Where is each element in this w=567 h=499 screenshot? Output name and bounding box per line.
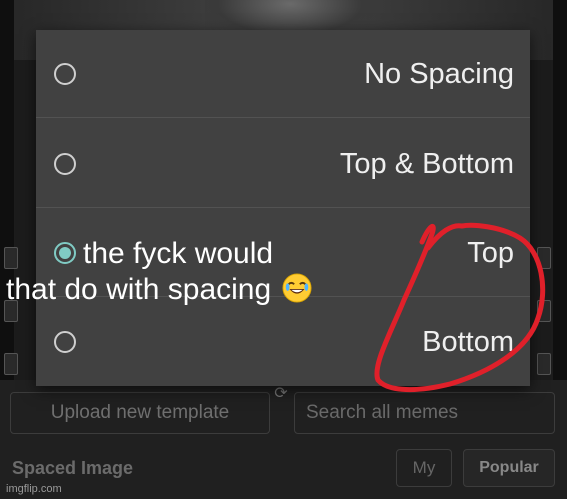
section-title: Spaced Image bbox=[12, 458, 134, 478]
spacing-dialog: No Spacing Top & Bottom Top Bottom bbox=[36, 30, 530, 386]
resize-handle[interactable] bbox=[537, 247, 551, 269]
meme-caption: the fyck would that do with spacing bbox=[6, 236, 406, 308]
option-no-spacing[interactable]: No Spacing bbox=[36, 30, 530, 118]
option-bottom[interactable]: Bottom bbox=[36, 298, 530, 386]
option-top-bottom[interactable]: Top & Bottom bbox=[36, 120, 530, 208]
option-label: Top & Bottom bbox=[339, 148, 514, 180]
watermark: imgflip.com bbox=[6, 483, 62, 495]
radio-button[interactable] bbox=[54, 63, 76, 85]
radio-button[interactable] bbox=[54, 153, 76, 175]
option-label: Bottom bbox=[422, 326, 514, 358]
search-input[interactable] bbox=[294, 392, 555, 434]
frame-right bbox=[553, 0, 567, 380]
rotate-icon[interactable]: ⟳ bbox=[272, 385, 290, 403]
upload-template-button[interactable]: Upload new template bbox=[10, 392, 270, 434]
caption-line: the fyck would bbox=[83, 237, 274, 270]
tab-popular[interactable]: Popular bbox=[463, 449, 555, 487]
caption-line: that do with spacing bbox=[6, 273, 272, 306]
caption-line-2: that do with spacing bbox=[6, 272, 406, 308]
resize-handle[interactable] bbox=[4, 353, 18, 375]
laughing-emoji-icon bbox=[281, 273, 312, 303]
option-label: Top bbox=[467, 237, 514, 269]
radio-button[interactable] bbox=[54, 331, 76, 353]
option-label: No Spacing bbox=[364, 58, 514, 90]
frame-left bbox=[0, 0, 14, 380]
resize-handle[interactable] bbox=[537, 300, 551, 322]
resize-handle[interactable] bbox=[537, 353, 551, 375]
tab-my[interactable]: My bbox=[396, 449, 452, 487]
